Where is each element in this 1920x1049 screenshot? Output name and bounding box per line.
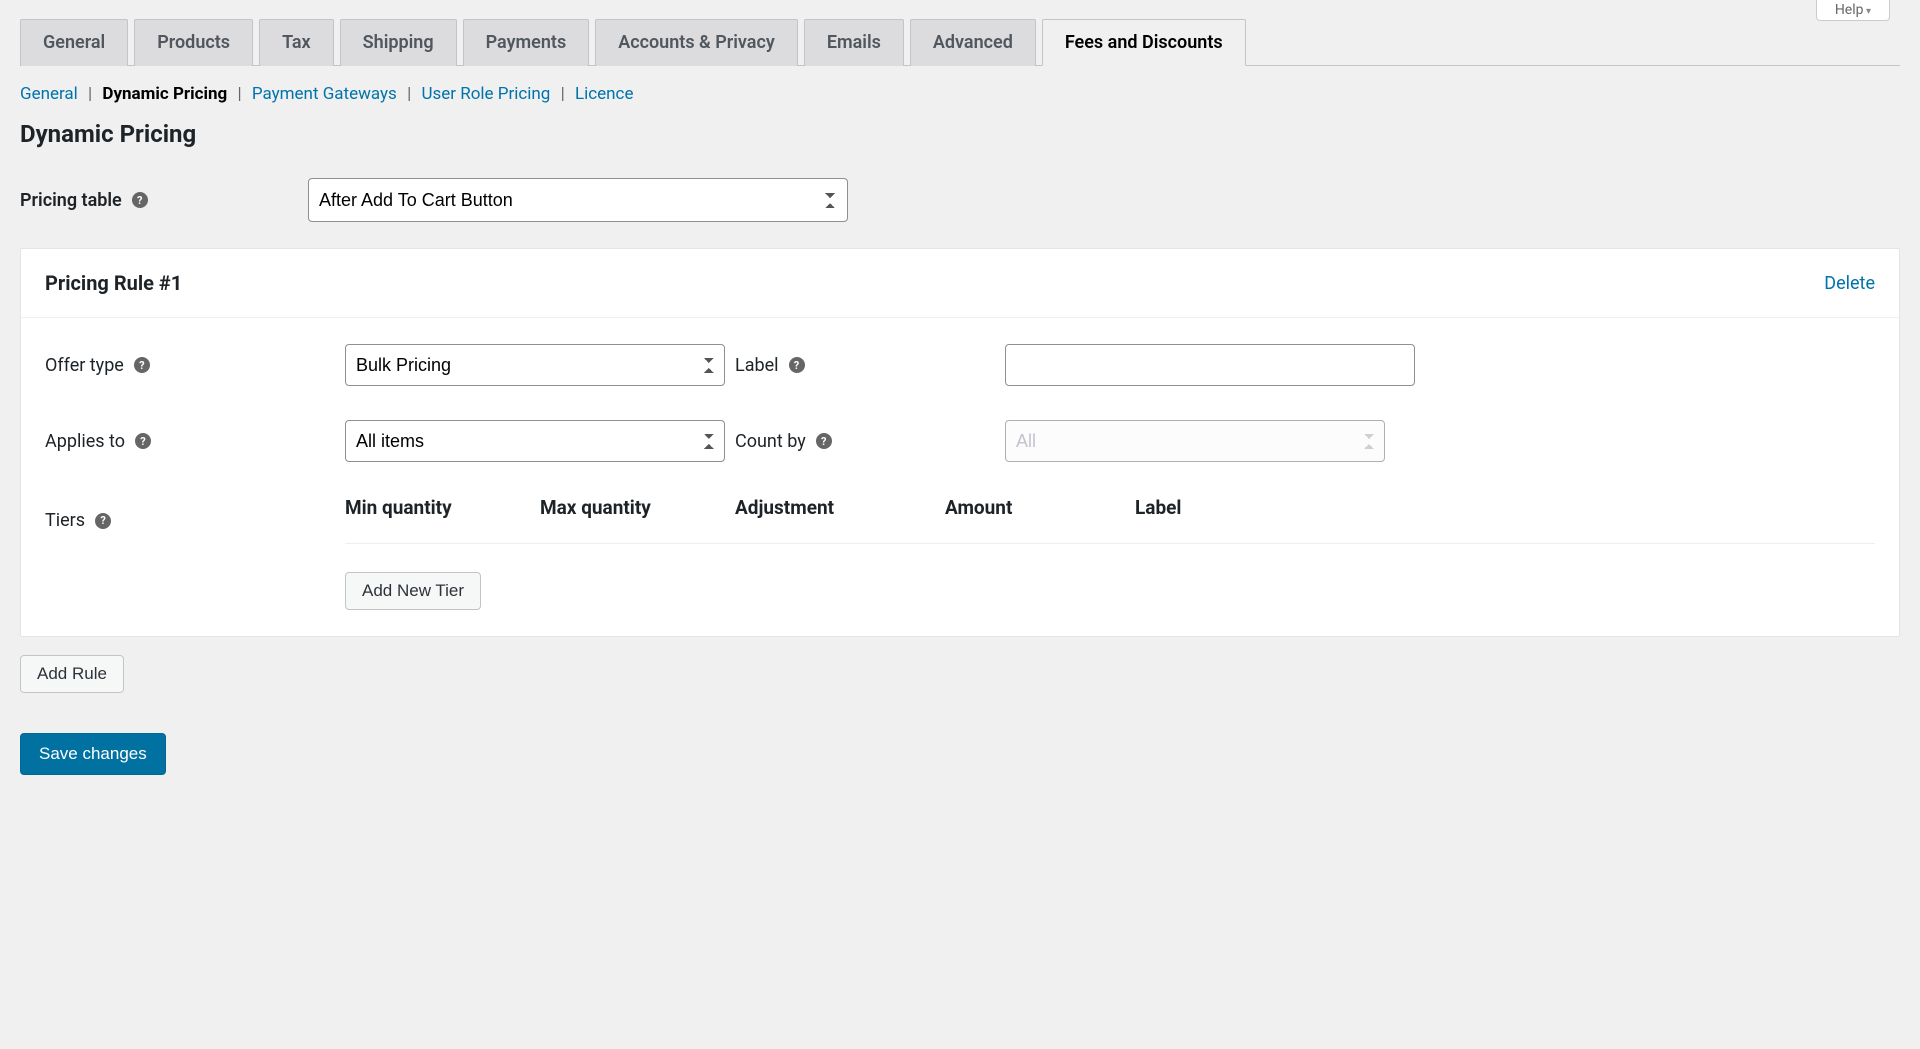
subnav-general[interactable]: General bbox=[20, 84, 78, 104]
tab-payments[interactable]: Payments bbox=[463, 19, 590, 66]
col-amount: Amount bbox=[945, 496, 1135, 519]
rule-title: Pricing Rule #1 bbox=[45, 271, 182, 295]
rule-body: Offer type ? Bulk Pricing Label ? Applie… bbox=[21, 318, 1899, 636]
pricing-table-label: Pricing table ? bbox=[20, 190, 290, 211]
help-icon[interactable]: ? bbox=[135, 433, 151, 449]
pricing-table-row: Pricing table ? After Add To Cart Button bbox=[20, 178, 1900, 222]
tab-tax[interactable]: Tax bbox=[259, 19, 334, 66]
sub-nav: General | Dynamic Pricing | Payment Gate… bbox=[20, 84, 1900, 104]
help-icon[interactable]: ? bbox=[132, 192, 148, 208]
add-new-tier-button[interactable]: Add New Tier bbox=[345, 572, 481, 610]
separator: | bbox=[401, 84, 417, 104]
tab-products[interactable]: Products bbox=[134, 19, 253, 66]
tab-fees-discounts[interactable]: Fees and Discounts bbox=[1042, 19, 1246, 66]
separator: | bbox=[555, 84, 571, 104]
tab-emails[interactable]: Emails bbox=[804, 19, 904, 66]
subnav-licence[interactable]: Licence bbox=[575, 84, 634, 104]
tab-general[interactable]: General bbox=[20, 19, 128, 66]
tiers-header-row: Min quantity Max quantity Adjustment Amo… bbox=[345, 496, 1875, 544]
tiers-label: Tiers ? bbox=[45, 496, 345, 531]
label-text: Pricing table bbox=[20, 190, 122, 211]
page-title: Dynamic Pricing bbox=[20, 120, 1900, 148]
offer-type-label: Offer type ? bbox=[45, 355, 345, 376]
save-changes-button[interactable]: Save changes bbox=[20, 733, 166, 775]
tab-accounts[interactable]: Accounts & Privacy bbox=[595, 19, 798, 66]
tiers-columns: Min quantity Max quantity Adjustment Amo… bbox=[345, 496, 1875, 610]
pricing-table-select[interactable]: After Add To Cart Button bbox=[308, 178, 848, 222]
help-icon[interactable]: ? bbox=[816, 433, 832, 449]
col-max-quantity: Max quantity bbox=[540, 496, 735, 519]
label-field-label: Label ? bbox=[735, 355, 1005, 376]
col-min-quantity: Min quantity bbox=[345, 496, 540, 519]
label-text: Tiers bbox=[45, 510, 85, 531]
pricing-rule-panel: Pricing Rule #1 Delete Offer type ? Bulk… bbox=[20, 248, 1900, 637]
applies-to-select[interactable]: All items bbox=[345, 420, 725, 462]
help-icon[interactable]: ? bbox=[134, 357, 150, 373]
col-adjustment: Adjustment bbox=[735, 496, 945, 519]
separator: | bbox=[231, 84, 247, 104]
label-text: Label bbox=[735, 355, 779, 376]
rule-header: Pricing Rule #1 Delete bbox=[21, 249, 1899, 318]
tab-advanced[interactable]: Advanced bbox=[910, 19, 1036, 66]
separator: | bbox=[82, 84, 98, 104]
col-label: Label bbox=[1135, 496, 1875, 519]
label-text: Offer type bbox=[45, 355, 124, 376]
count-by-label: Count by ? bbox=[735, 431, 1005, 452]
label-text: Count by bbox=[735, 431, 806, 452]
offer-type-select[interactable]: Bulk Pricing bbox=[345, 344, 725, 386]
delete-rule-link[interactable]: Delete bbox=[1824, 273, 1875, 294]
count-by-select: All bbox=[1005, 420, 1385, 462]
help-tab[interactable]: Help bbox=[1816, 0, 1890, 21]
label-text: Applies to bbox=[45, 431, 125, 452]
help-icon[interactable]: ? bbox=[789, 357, 805, 373]
subnav-user-role-pricing[interactable]: User Role Pricing bbox=[421, 84, 550, 104]
applies-to-label: Applies to ? bbox=[45, 431, 345, 452]
add-rule-button[interactable]: Add Rule bbox=[20, 655, 124, 693]
tab-shipping[interactable]: Shipping bbox=[340, 19, 457, 66]
tiers-block: Tiers ? Min quantity Max quantity Adjust… bbox=[45, 496, 1875, 610]
subnav-payment-gateways[interactable]: Payment Gateways bbox=[252, 84, 397, 104]
label-input[interactable] bbox=[1005, 344, 1415, 386]
help-icon[interactable]: ? bbox=[95, 513, 111, 529]
subnav-dynamic-pricing[interactable]: Dynamic Pricing bbox=[102, 84, 227, 104]
main-tab-nav: General Products Tax Shipping Payments A… bbox=[20, 18, 1900, 66]
